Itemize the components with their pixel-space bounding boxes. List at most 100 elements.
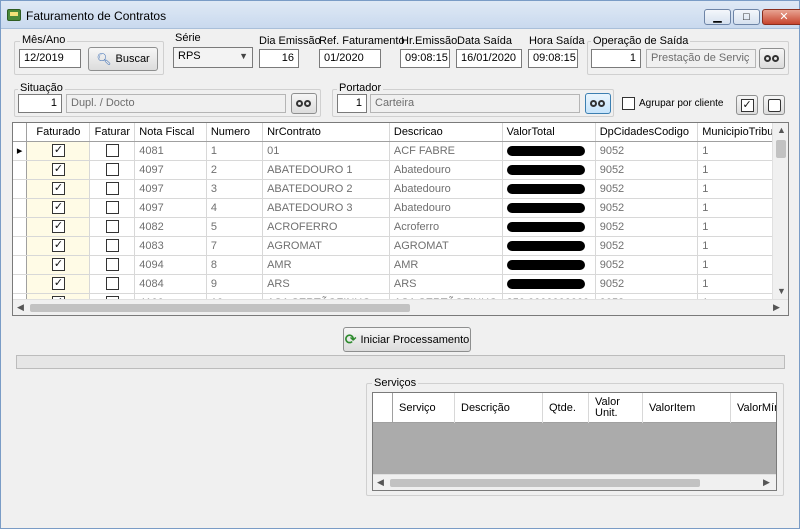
faturar-checkbox[interactable] — [105, 258, 119, 271]
faturar-cell[interactable] — [89, 217, 136, 237]
faturar-checkbox[interactable] — [105, 144, 119, 157]
faturado-cell[interactable] — [26, 160, 91, 180]
dpcidadescodigo-cell[interactable]: 9052 — [595, 274, 699, 294]
faturado-cell[interactable] — [26, 255, 91, 275]
valortotal-cell[interactable] — [502, 198, 596, 218]
nrcontrato-cell[interactable]: ARS — [262, 274, 390, 294]
valortotal-cell[interactable] — [502, 217, 596, 237]
col-header-numero[interactable]: Numero — [206, 123, 264, 142]
buscar-button[interactable]: 🔍︎ Buscar — [88, 47, 158, 71]
grid-horizontal-thumb[interactable] — [30, 304, 410, 312]
numero-cell[interactable]: 2 — [206, 160, 264, 180]
dpcidadescodigo-cell[interactable]: 9052 — [595, 179, 699, 199]
svc-col-valormini[interactable]: ValorMíni — [731, 393, 776, 423]
col-header-faturar[interactable]: Faturar — [89, 123, 136, 142]
faturar-checkbox[interactable] — [105, 163, 119, 176]
nrcontrato-cell[interactable]: AMR — [262, 255, 390, 275]
svc-col-servico[interactable]: Serviço — [393, 393, 455, 423]
scroll-down-icon[interactable]: ▼ — [777, 286, 786, 296]
row-header[interactable]: ▸ — [13, 141, 28, 161]
col-header-faturado[interactable]: Faturado — [26, 123, 91, 142]
descricao-cell[interactable]: Abatedouro — [389, 179, 503, 199]
minimize-button[interactable]: ▁ — [704, 9, 731, 25]
dpcidadescodigo-cell[interactable]: 9052 — [595, 198, 699, 218]
row-header[interactable] — [13, 236, 28, 256]
faturar-checkbox[interactable] — [105, 201, 119, 214]
ref-faturamento-input[interactable]: 01/2020 — [319, 49, 381, 68]
close-button[interactable]: ✕ — [762, 9, 800, 25]
table-row[interactable]: 40972ABATEDOURO 1Abatedouro90521 — [13, 160, 788, 180]
faturar-cell[interactable] — [89, 141, 136, 161]
dpcidadescodigo-cell[interactable]: 9052 — [595, 217, 699, 237]
situacao-code[interactable]: 1 — [18, 94, 62, 113]
descricao-cell[interactable]: ARS — [389, 274, 503, 294]
dpcidadescodigo-cell[interactable]: 9052 — [595, 255, 699, 275]
data-saida-input[interactable]: 16/01/2020 — [456, 49, 522, 68]
nota-fiscal-cell[interactable]: 4082 — [134, 217, 207, 237]
dia-emissao-input[interactable]: 16 — [259, 49, 299, 68]
col-header-dpcidadescodigo[interactable]: DpCidadesCodigo — [595, 123, 699, 142]
valortotal-cell[interactable] — [502, 179, 596, 199]
valortotal-cell[interactable] — [502, 274, 596, 294]
valortotal-cell[interactable] — [502, 255, 596, 275]
numero-cell[interactable]: 3 — [206, 179, 264, 199]
portador-code[interactable]: 1 — [337, 94, 367, 113]
dpcidadescodigo-cell[interactable]: 9052 — [595, 141, 699, 161]
faturado-cell[interactable] — [26, 141, 91, 161]
scroll-up-icon[interactable]: ▲ — [777, 125, 786, 135]
faturado-cell[interactable] — [26, 236, 91, 256]
mes-ano-input[interactable]: 12/2019 — [19, 49, 81, 68]
faturado-checkbox[interactable] — [51, 143, 65, 157]
nota-fiscal-cell[interactable]: 4094 — [134, 255, 207, 275]
maximize-button[interactable]: □ — [733, 9, 760, 25]
grid-vertical-scrollbar[interactable]: ▲ ▼ — [772, 123, 788, 299]
servicos-grid[interactable]: Serviço Descrição Qtde. Valor Unit. Valo… — [372, 392, 777, 491]
nota-fiscal-cell[interactable]: 4097 — [134, 179, 207, 199]
nota-fiscal-cell[interactable]: 4097 — [134, 198, 207, 218]
situacao-search-button[interactable] — [291, 93, 317, 114]
faturado-checkbox[interactable] — [51, 257, 65, 271]
faturar-checkbox[interactable] — [105, 220, 119, 233]
scroll-left-icon[interactable]: ◀ — [377, 477, 384, 488]
nrcontrato-cell[interactable]: 01 — [262, 141, 390, 161]
nrcontrato-cell[interactable]: ABATEDOURO 2 — [262, 179, 390, 199]
faturar-cell[interactable] — [89, 274, 136, 294]
table-row[interactable]: 40825ACROFERROAcroferro90521 — [13, 217, 788, 237]
faturar-cell[interactable] — [89, 160, 136, 180]
servicos-horizontal-scrollbar[interactable]: ◀ ▶ — [373, 474, 776, 490]
row-header[interactable] — [13, 179, 28, 199]
nrcontrato-cell[interactable]: AGROMAT — [262, 236, 390, 256]
faturado-checkbox[interactable] — [51, 181, 65, 195]
nrcontrato-cell[interactable]: ABATEDOURO 1 — [262, 160, 390, 180]
nota-fiscal-cell[interactable]: 4097 — [134, 160, 207, 180]
scroll-right-icon[interactable]: ▶ — [773, 302, 780, 313]
scroll-left-icon[interactable]: ◀ — [17, 302, 24, 313]
valortotal-cell[interactable] — [502, 236, 596, 256]
hora-saida-input[interactable]: 09:08:15 — [528, 49, 578, 68]
scroll-right-icon[interactable]: ▶ — [763, 477, 770, 488]
row-header[interactable] — [13, 274, 28, 294]
faturar-checkbox[interactable] — [105, 277, 119, 290]
hr-emissao-input[interactable]: 09:08:15 — [400, 49, 450, 68]
faturado-checkbox[interactable] — [51, 238, 65, 252]
faturar-checkbox[interactable] — [105, 182, 119, 195]
table-row[interactable]: 40849ARSARS90521 — [13, 274, 788, 294]
nrcontrato-cell[interactable]: ACROFERRO — [262, 217, 390, 237]
table-row[interactable]: 40837AGROMATAGROMAT90521 — [13, 236, 788, 256]
faturado-checkbox[interactable] — [51, 276, 65, 290]
numero-cell[interactable]: 4 — [206, 198, 264, 218]
table-row[interactable]: 40974ABATEDOURO 3Abatedouro90521 — [13, 198, 788, 218]
col-header-nota-fiscal[interactable]: Nota Fiscal — [134, 123, 207, 142]
uncheck-all-button[interactable] — [763, 95, 785, 115]
faturado-checkbox[interactable] — [51, 162, 65, 176]
faturar-cell[interactable] — [89, 179, 136, 199]
descricao-cell[interactable]: AGROMAT — [389, 236, 503, 256]
svc-col-valor-unit[interactable]: Valor Unit. — [589, 393, 643, 423]
svc-col-descricao[interactable]: Descrição — [455, 393, 543, 423]
numero-cell[interactable]: 1 — [206, 141, 264, 161]
faturado-checkbox[interactable] — [51, 219, 65, 233]
faturado-cell[interactable] — [26, 198, 91, 218]
faturar-cell[interactable] — [89, 198, 136, 218]
descricao-cell[interactable]: Acroferro — [389, 217, 503, 237]
serie-select[interactable]: RPS ▼ — [173, 47, 253, 68]
